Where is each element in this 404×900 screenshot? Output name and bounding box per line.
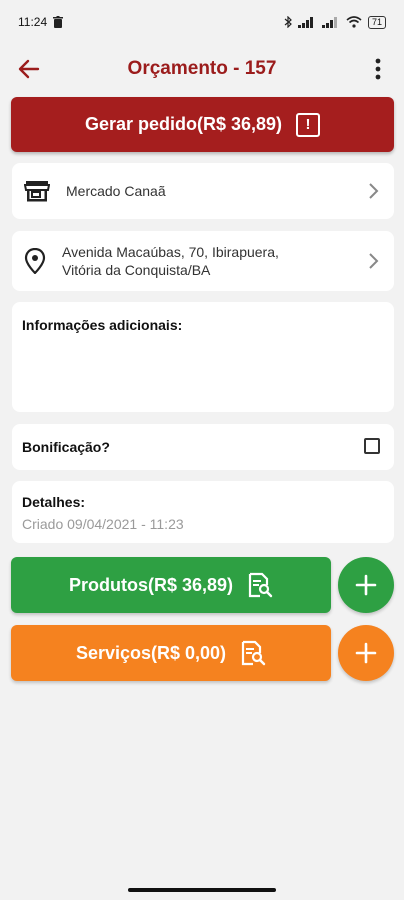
chevron-right-icon <box>369 253 379 269</box>
battery-indicator: 71 <box>367 15 386 29</box>
bluetooth-icon <box>284 16 292 28</box>
more-vert-icon[interactable] <box>366 56 390 82</box>
store-card[interactable]: Mercado Canaã <box>12 163 394 219</box>
trash-icon <box>53 16 64 28</box>
signal-icon-2 <box>321 16 337 28</box>
home-indicator[interactable] <box>128 888 276 892</box>
app-bar: Orçamento - 157 <box>0 48 404 90</box>
document-search-icon <box>241 640 266 666</box>
add-produto-button[interactable] <box>338 557 394 613</box>
page-title: Orçamento - 157 <box>127 58 277 79</box>
bonificacao-label: Bonificação? <box>22 439 110 455</box>
store-name: Mercado Canaã <box>66 183 166 199</box>
wifi-icon <box>346 16 362 28</box>
created-date: Criado 09/04/2021 - 11:23 <box>22 516 184 532</box>
address-line-2: Vitória da Conquista/BA <box>62 262 211 278</box>
additional-info-card[interactable]: Informações adicionais: <box>12 302 394 412</box>
gerar-pedido-button[interactable]: Gerar pedido(R$ 36,89) ! <box>11 97 394 152</box>
location-pin-icon <box>24 248 46 274</box>
address-line-1: Avenida Macaúbas, 70, Ibirapuera, <box>62 244 279 260</box>
additional-info-label: Informações adicionais: <box>22 317 183 333</box>
store-icon <box>24 181 50 202</box>
plus-icon <box>355 642 377 664</box>
add-servico-button[interactable] <box>338 625 394 681</box>
servicos-label: Serviços(R$ 0,00) <box>75 642 227 663</box>
plus-icon <box>355 574 377 596</box>
chevron-right-icon <box>369 183 379 199</box>
address-card[interactable]: Avenida Macaúbas, 70, Ibirapuera, Vitóri… <box>12 231 394 291</box>
status-time: 11:24 <box>18 15 48 29</box>
warning-icon: ! <box>296 112 321 137</box>
produtos-label: Produtos(R$ 36,89) <box>68 574 234 595</box>
details-label: Detalhes: <box>22 494 86 510</box>
bonificacao-card: Bonificação? <box>12 424 394 470</box>
address-text: Avenida Macaúbas, 70, Ibirapuera, Vitóri… <box>46 243 366 279</box>
back-arrow-icon[interactable] <box>16 56 42 82</box>
produtos-button[interactable]: Produtos(R$ 36,89) <box>11 557 331 613</box>
signal-icon <box>297 16 313 28</box>
bonificacao-checkbox[interactable] <box>364 438 380 454</box>
details-card: Detalhes: Criado 09/04/2021 - 11:23 <box>12 481 394 543</box>
status-bar: 11:24 71 <box>0 0 404 44</box>
document-search-icon <box>248 572 273 598</box>
gerar-pedido-label: Gerar pedido(R$ 36,89) <box>84 114 283 134</box>
servicos-button[interactable]: Serviços(R$ 0,00) <box>11 625 331 681</box>
